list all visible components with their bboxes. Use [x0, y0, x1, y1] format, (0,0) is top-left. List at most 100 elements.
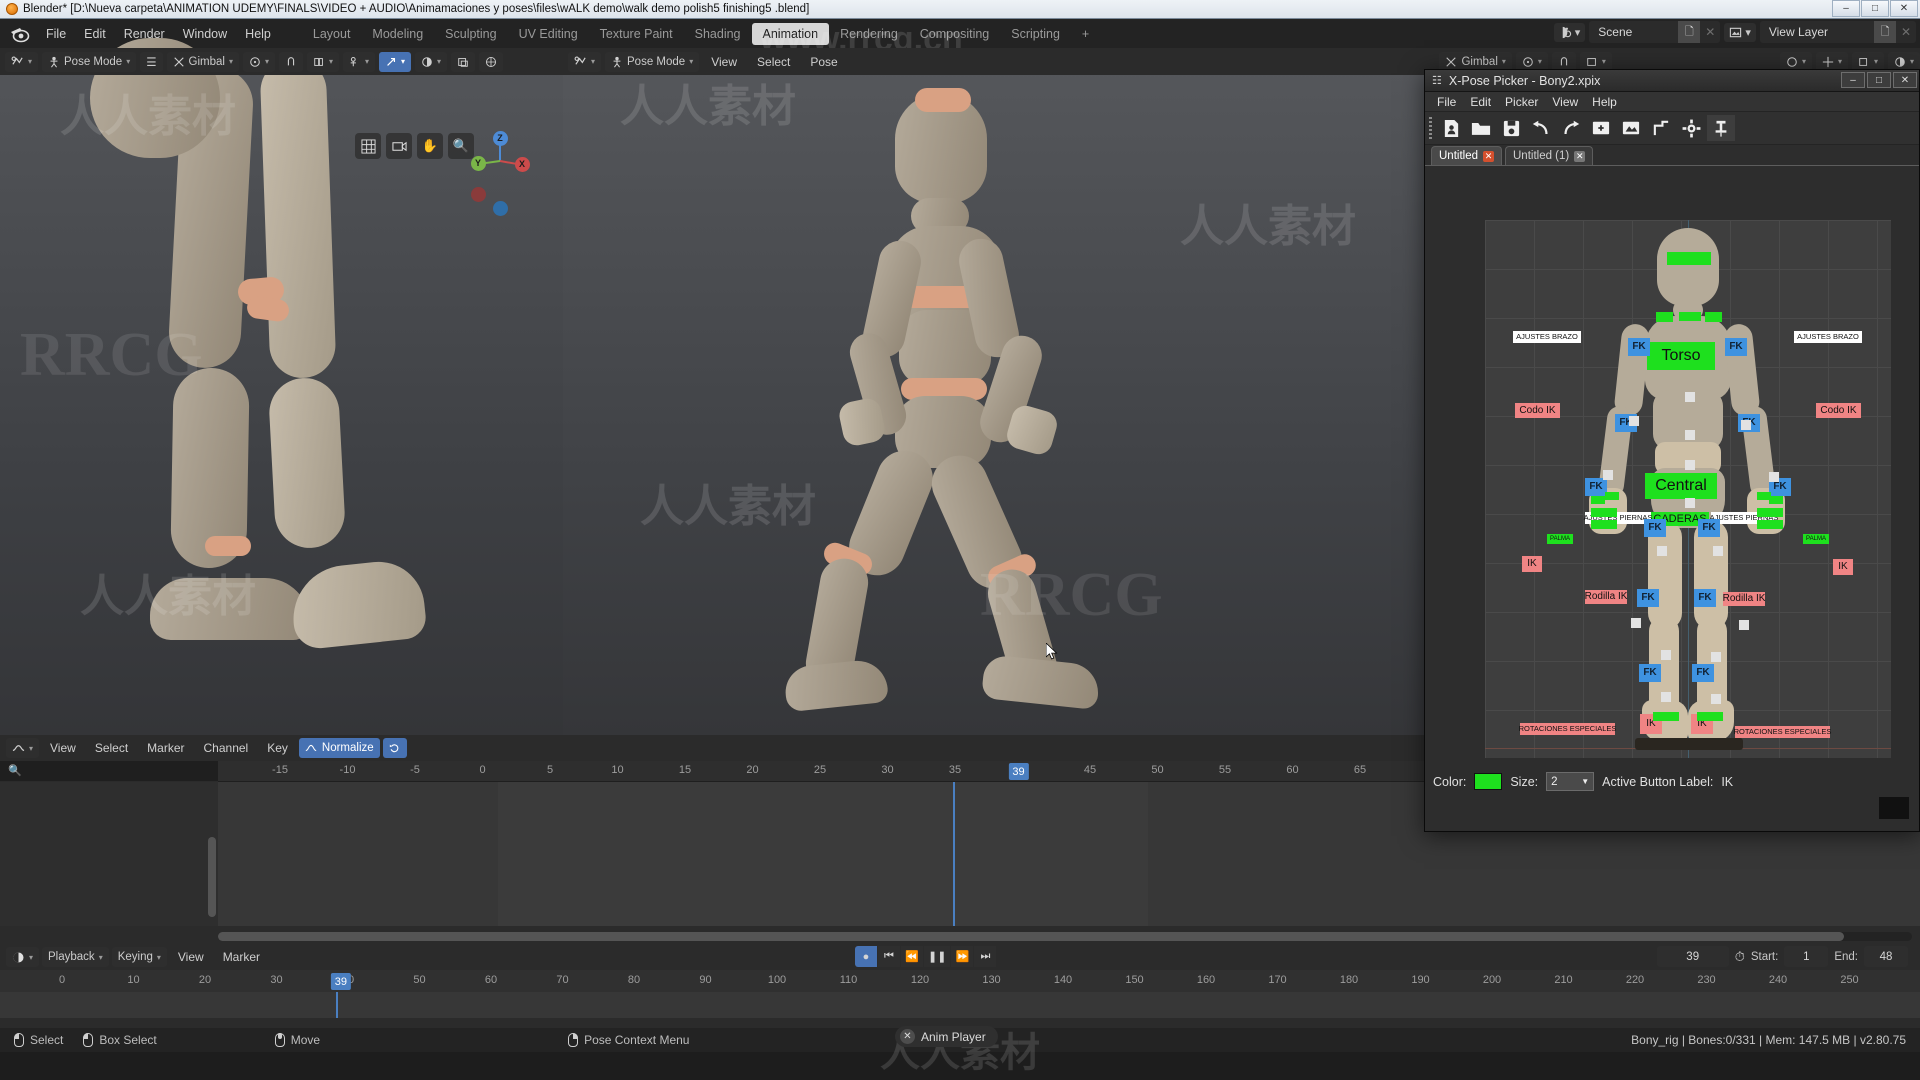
- jump-end-button[interactable]: ⏭: [974, 946, 996, 967]
- picker-button-handle-1[interactable]: [1685, 430, 1695, 440]
- picker-button-fk-21[interactable]: FK: [1637, 589, 1659, 607]
- shading-mode-left[interactable]: ▾: [415, 52, 447, 72]
- editor-type-selector-right[interactable]: ▾: [568, 52, 601, 72]
- viewlayer-browse-icon[interactable]: ▾: [1724, 23, 1756, 42]
- picker-button-fk-24[interactable]: FK: [1692, 664, 1714, 682]
- picker-button-codo-ik-2[interactable]: Codo IK: [1515, 403, 1560, 418]
- picker-button-handle-9[interactable]: [1713, 546, 1723, 556]
- picker-button-handle-10[interactable]: [1631, 618, 1641, 628]
- picker-button-rodilla-ik-19[interactable]: Rodilla IK: [1585, 590, 1627, 604]
- picker-button-torso-4[interactable]: Torso: [1647, 342, 1715, 370]
- picker-close-button[interactable]: ✕: [1893, 72, 1917, 88]
- picker-minimize-button[interactable]: –: [1841, 72, 1865, 88]
- picker-button-green-12[interactable]: [1757, 508, 1783, 517]
- menu-window[interactable]: Window: [174, 24, 236, 44]
- picker-button-fk-16[interactable]: FK: [1698, 519, 1720, 537]
- timeline-menu-view[interactable]: View: [170, 950, 212, 964]
- timeline-playhead[interactable]: [336, 992, 338, 1018]
- picker-button-green-9[interactable]: [1591, 520, 1617, 529]
- picker-button-green-3[interactable]: [1705, 312, 1722, 322]
- picker-button-handle-4[interactable]: [1685, 460, 1695, 470]
- scene-unlink-icon[interactable]: ✕: [1700, 21, 1720, 43]
- dopesheet-menu-view[interactable]: View: [42, 741, 84, 755]
- dopesheet-channels[interactable]: [0, 782, 218, 926]
- xpose-picker-window[interactable]: ☷ X-Pose Picker - Bony2.xpix – □ ✕ File …: [1424, 69, 1920, 832]
- redo-arrow-icon[interactable]: [1557, 115, 1585, 141]
- picker-tab-untitled[interactable]: Untitled ✕: [1431, 146, 1502, 165]
- editor-type-selector-dopesheet[interactable]: ▾: [6, 738, 39, 758]
- workspace-tab-scripting[interactable]: Scripting: [1000, 23, 1071, 45]
- picker-button-palma-30[interactable]: PALMA: [1803, 534, 1829, 544]
- scene-new-icon[interactable]: 🗋: [1678, 21, 1700, 43]
- viewport-menu-pose[interactable]: Pose: [802, 55, 845, 69]
- picker-menu-file[interactable]: File: [1431, 94, 1462, 110]
- picker-maximize-button[interactable]: □: [1867, 72, 1891, 88]
- picker-button-handle-0[interactable]: [1685, 392, 1695, 402]
- dopesheet-hscrollbar[interactable]: [218, 932, 1912, 941]
- picker-button-green-5[interactable]: [1697, 712, 1723, 721]
- picker-footer-colorbox[interactable]: [1879, 797, 1909, 819]
- add-image-icon[interactable]: [1587, 115, 1615, 141]
- picker-menu-picker[interactable]: Picker: [1499, 94, 1544, 110]
- picker-button-central-5[interactable]: Central: [1645, 473, 1717, 499]
- gizmo-axis-z[interactable]: Z: [493, 131, 508, 146]
- auto-keying-button[interactable]: ●: [855, 946, 877, 967]
- picker-button-codo-ik-3[interactable]: Codo IK: [1816, 403, 1861, 418]
- picker-tab-untitled-close-icon[interactable]: ✕: [1483, 151, 1494, 162]
- gizmo-axis-neg-x[interactable]: [471, 187, 486, 202]
- pin-icon[interactable]: [1707, 115, 1735, 141]
- pan-hand-icon[interactable]: ✋: [417, 133, 443, 159]
- edit-image-icon[interactable]: [1617, 115, 1645, 141]
- viewport-menu-select[interactable]: Select: [749, 55, 798, 69]
- color-swatch[interactable]: [1474, 773, 1502, 790]
- menu-help[interactable]: Help: [236, 24, 280, 44]
- picker-button-green-2[interactable]: [1679, 312, 1701, 321]
- picker-button-handle-6[interactable]: [1769, 472, 1779, 482]
- menu-file[interactable]: File: [37, 24, 75, 44]
- picker-button-fk-15[interactable]: FK: [1644, 519, 1666, 537]
- workspace-tab-shading[interactable]: Shading: [684, 23, 752, 45]
- picker-button-ik-17[interactable]: IK: [1522, 556, 1542, 572]
- picker-button-green-10[interactable]: [1769, 496, 1783, 504]
- keying-popover[interactable]: Keying▾: [112, 947, 167, 967]
- proportional-editing-left[interactable]: ▾: [307, 52, 339, 72]
- editor-type-selector-left[interactable]: ▾: [5, 52, 38, 72]
- picker-menu-view[interactable]: View: [1546, 94, 1584, 110]
- picker-menu-help[interactable]: Help: [1586, 94, 1623, 110]
- picker-button-handle-8[interactable]: [1657, 546, 1667, 556]
- size-select[interactable]: 2 ▼: [1546, 772, 1594, 791]
- picker-button-handle-12[interactable]: [1661, 650, 1671, 660]
- channels-scrollbar[interactable]: [208, 837, 216, 917]
- gizmo-axis-y[interactable]: Y: [471, 156, 486, 171]
- picker-button-green-11[interactable]: [1757, 492, 1771, 500]
- picker-button-green-7[interactable]: [1605, 492, 1619, 500]
- picker-tab-untitled-1[interactable]: Untitled (1) ✕: [1505, 146, 1593, 165]
- auto-ik-toggle-left[interactable]: ▾: [379, 52, 411, 72]
- gizmo-axis-x[interactable]: X: [515, 157, 530, 172]
- mode-selector-right[interactable]: Pose Mode ▾: [605, 52, 699, 72]
- picker-button-palma-29[interactable]: PALMA: [1547, 534, 1573, 544]
- picker-button-ajustes-brazo-1[interactable]: AJUSTES BRAZO: [1794, 331, 1862, 343]
- os-window-controls[interactable]: – □ ✕: [1832, 0, 1918, 17]
- picker-button-rotaciones-especiales-27[interactable]: ROTACIONES ESPECIALES: [1520, 723, 1615, 735]
- workspace-tab-layout[interactable]: Layout: [302, 23, 362, 45]
- navigation-gizmo[interactable]: Z Y X: [468, 128, 532, 192]
- frame-range-controls[interactable]: 39 ⏱ Start: 1 End: 48: [1657, 946, 1908, 967]
- picker-button-green-0[interactable]: [1667, 252, 1711, 265]
- menu-edit[interactable]: Edit: [75, 24, 115, 44]
- viewport-menu-hamburger-left[interactable]: ☰: [140, 52, 162, 72]
- picker-menu-edit[interactable]: Edit: [1464, 94, 1497, 110]
- scene-id-field[interactable]: Scene 🗋 ✕: [1589, 21, 1720, 43]
- timeline-ruler[interactable]: 0102030405060708090100110120130140150160…: [0, 970, 1920, 992]
- viewport-menu-view[interactable]: View: [703, 55, 745, 69]
- picker-button-handle-7[interactable]: [1685, 498, 1695, 508]
- transform-orientation-left[interactable]: Gimbal ▾: [167, 52, 239, 72]
- timeline-frame-indicator[interactable]: 39: [331, 973, 351, 990]
- picker-button-handle-5[interactable]: [1603, 470, 1613, 480]
- gizmo-axis-neg-z[interactable]: [493, 201, 508, 216]
- picker-button-green-4[interactable]: [1653, 712, 1679, 721]
- picker-window-controls[interactable]: – □ ✕: [1841, 72, 1917, 88]
- picker-tab-untitled-1-close-icon[interactable]: ✕: [1574, 151, 1585, 162]
- picker-button-green-6[interactable]: [1591, 496, 1605, 504]
- anim-player-close-icon[interactable]: ✕: [900, 1029, 915, 1044]
